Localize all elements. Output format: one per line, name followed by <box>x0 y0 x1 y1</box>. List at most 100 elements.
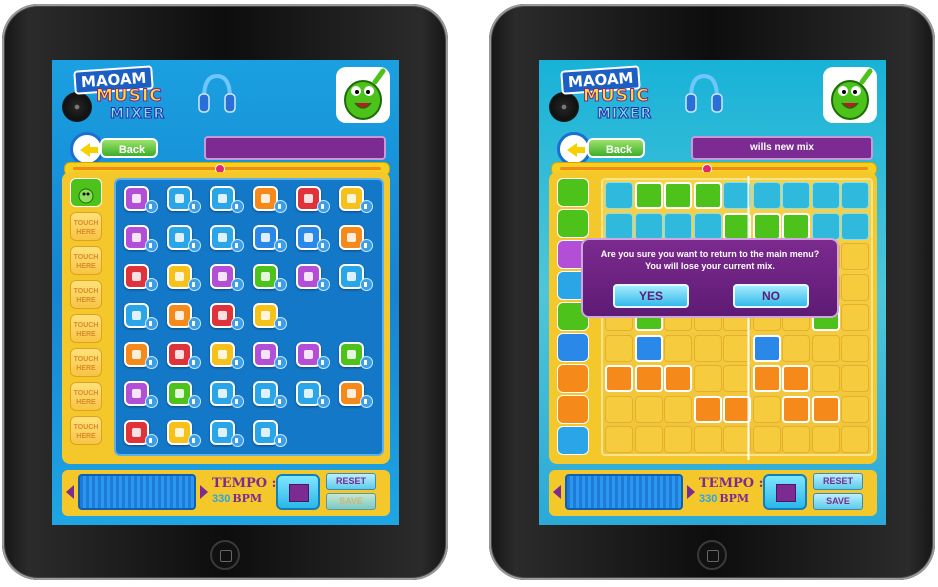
track-instrument-slot[interactable] <box>557 426 589 455</box>
sequencer-cell[interactable] <box>693 334 722 362</box>
touch-here-slot[interactable]: TOUCH HERE <box>70 416 102 445</box>
sequencer-cell[interactable] <box>634 395 663 423</box>
sequencer-cell[interactable] <box>634 212 663 240</box>
speaker-preview-icon[interactable] <box>188 239 201 252</box>
reset-button[interactable]: RESET <box>813 473 863 490</box>
sequencer-cell[interactable] <box>634 426 663 453</box>
reset-button[interactable]: RESET <box>326 473 376 490</box>
sequencer-cell[interactable] <box>605 212 633 240</box>
speaker-preview-icon[interactable] <box>274 278 287 291</box>
sequencer-cell[interactable] <box>811 212 840 240</box>
sequencer-cell[interactable] <box>664 334 692 362</box>
sequencer-cell[interactable] <box>693 182 722 209</box>
sequencer-cell[interactable] <box>693 365 722 392</box>
sequencer-cell[interactable] <box>752 334 781 362</box>
sequencer-cell[interactable] <box>752 395 781 423</box>
sequencer-cell[interactable] <box>811 395 840 423</box>
track-instrument-slot[interactable] <box>557 178 589 207</box>
speaker-preview-icon[interactable] <box>145 356 158 369</box>
sequencer-cell[interactable] <box>841 212 869 240</box>
touch-here-slot[interactable]: TOUCH HERE <box>70 246 102 275</box>
speaker-preview-icon[interactable] <box>317 239 330 252</box>
sequencer-cell[interactable] <box>782 426 810 453</box>
speaker-preview-icon[interactable] <box>360 278 373 291</box>
sequencer-cell[interactable] <box>782 395 810 423</box>
back-button[interactable]: Back <box>557 132 657 166</box>
volume-slider[interactable] <box>78 474 196 510</box>
speaker-preview-icon[interactable] <box>317 200 330 213</box>
sequencer-cell[interactable] <box>782 182 810 209</box>
speaker-preview-icon[interactable] <box>317 356 330 369</box>
speaker-preview-icon[interactable] <box>231 317 244 330</box>
speaker-preview-icon[interactable] <box>145 200 158 213</box>
sequencer-cell[interactable] <box>841 395 869 423</box>
sequencer-cell[interactable] <box>605 395 633 423</box>
track-instrument-slot[interactable] <box>557 333 589 362</box>
speaker-preview-icon[interactable] <box>145 317 158 330</box>
track-instrument-slot[interactable] <box>557 209 589 238</box>
speaker-preview-icon[interactable] <box>231 395 244 408</box>
speaker-preview-icon[interactable] <box>231 434 244 447</box>
sequencer-cell[interactable] <box>752 426 781 453</box>
track-instrument-slot[interactable] <box>557 364 589 393</box>
sequencer-cell[interactable] <box>752 182 781 209</box>
sequencer-cell[interactable] <box>664 365 692 392</box>
speaker-preview-icon[interactable] <box>360 356 373 369</box>
stop-button[interactable] <box>763 474 807 510</box>
sequencer-cell[interactable] <box>664 182 692 209</box>
sequencer-cell[interactable] <box>634 365 663 392</box>
speaker-preview-icon[interactable] <box>188 434 201 447</box>
sequencer-cell[interactable] <box>693 426 722 453</box>
speaker-preview-icon[interactable] <box>188 278 201 291</box>
sequencer-cell[interactable] <box>605 365 633 392</box>
volume-decrease-arrow-icon[interactable] <box>66 485 74 499</box>
sequencer-cell[interactable] <box>841 365 869 392</box>
volume-slider[interactable] <box>565 474 683 510</box>
stop-button[interactable] <box>276 474 320 510</box>
speaker-preview-icon[interactable] <box>231 278 244 291</box>
sequencer-cell[interactable] <box>782 365 810 392</box>
sequencer-cell[interactable] <box>841 426 869 453</box>
sequencer-cell[interactable] <box>605 426 633 453</box>
speaker-preview-icon[interactable] <box>188 356 201 369</box>
sequencer-cell[interactable] <box>811 334 840 362</box>
speaker-preview-icon[interactable] <box>188 395 201 408</box>
sequencer-cell[interactable] <box>841 243 869 270</box>
sequencer-cell[interactable] <box>664 212 692 240</box>
sequencer-cell[interactable] <box>811 365 840 392</box>
sequencer-cell[interactable] <box>782 212 810 240</box>
sequencer-cell[interactable] <box>605 334 633 362</box>
sequencer-cell[interactable] <box>605 182 633 209</box>
speaker-preview-icon[interactable] <box>274 356 287 369</box>
mix-name-input[interactable]: wills new mix <box>691 136 873 160</box>
ipad-home-button[interactable] <box>210 540 240 570</box>
speaker-preview-icon[interactable] <box>274 239 287 252</box>
save-button[interactable]: SAVE <box>326 493 376 510</box>
speaker-preview-icon[interactable] <box>274 317 287 330</box>
speaker-preview-icon[interactable] <box>231 356 244 369</box>
speaker-preview-icon[interactable] <box>317 278 330 291</box>
speaker-preview-icon[interactable] <box>145 434 158 447</box>
no-button[interactable]: NO <box>733 284 809 308</box>
touch-here-slot[interactable]: TOUCH HERE <box>70 348 102 377</box>
speaker-preview-icon[interactable] <box>274 395 287 408</box>
sequencer-cell[interactable] <box>782 334 810 362</box>
sequencer-cell[interactable] <box>811 426 840 453</box>
yes-button[interactable]: YES <box>613 284 689 308</box>
track-instrument-slot[interactable] <box>557 395 589 424</box>
speaker-preview-icon[interactable] <box>145 239 158 252</box>
speaker-preview-icon[interactable] <box>317 395 330 408</box>
speaker-preview-icon[interactable] <box>188 317 201 330</box>
sequencer-cell[interactable] <box>841 273 869 301</box>
sequencer-cell[interactable] <box>752 365 781 392</box>
volume-increase-arrow-icon[interactable] <box>687 485 695 499</box>
sequencer-cell[interactable] <box>664 395 692 423</box>
sequencer-cell[interactable] <box>841 334 869 362</box>
sequencer-cell[interactable] <box>634 334 663 362</box>
sequencer-cell[interactable] <box>693 212 722 240</box>
speaker-preview-icon[interactable] <box>360 200 373 213</box>
sequencer-cell[interactable] <box>811 182 840 209</box>
touch-here-slot[interactable]: TOUCH HERE <box>70 314 102 343</box>
speaker-preview-icon[interactable] <box>231 239 244 252</box>
track-slot-selected[interactable] <box>70 178 102 207</box>
